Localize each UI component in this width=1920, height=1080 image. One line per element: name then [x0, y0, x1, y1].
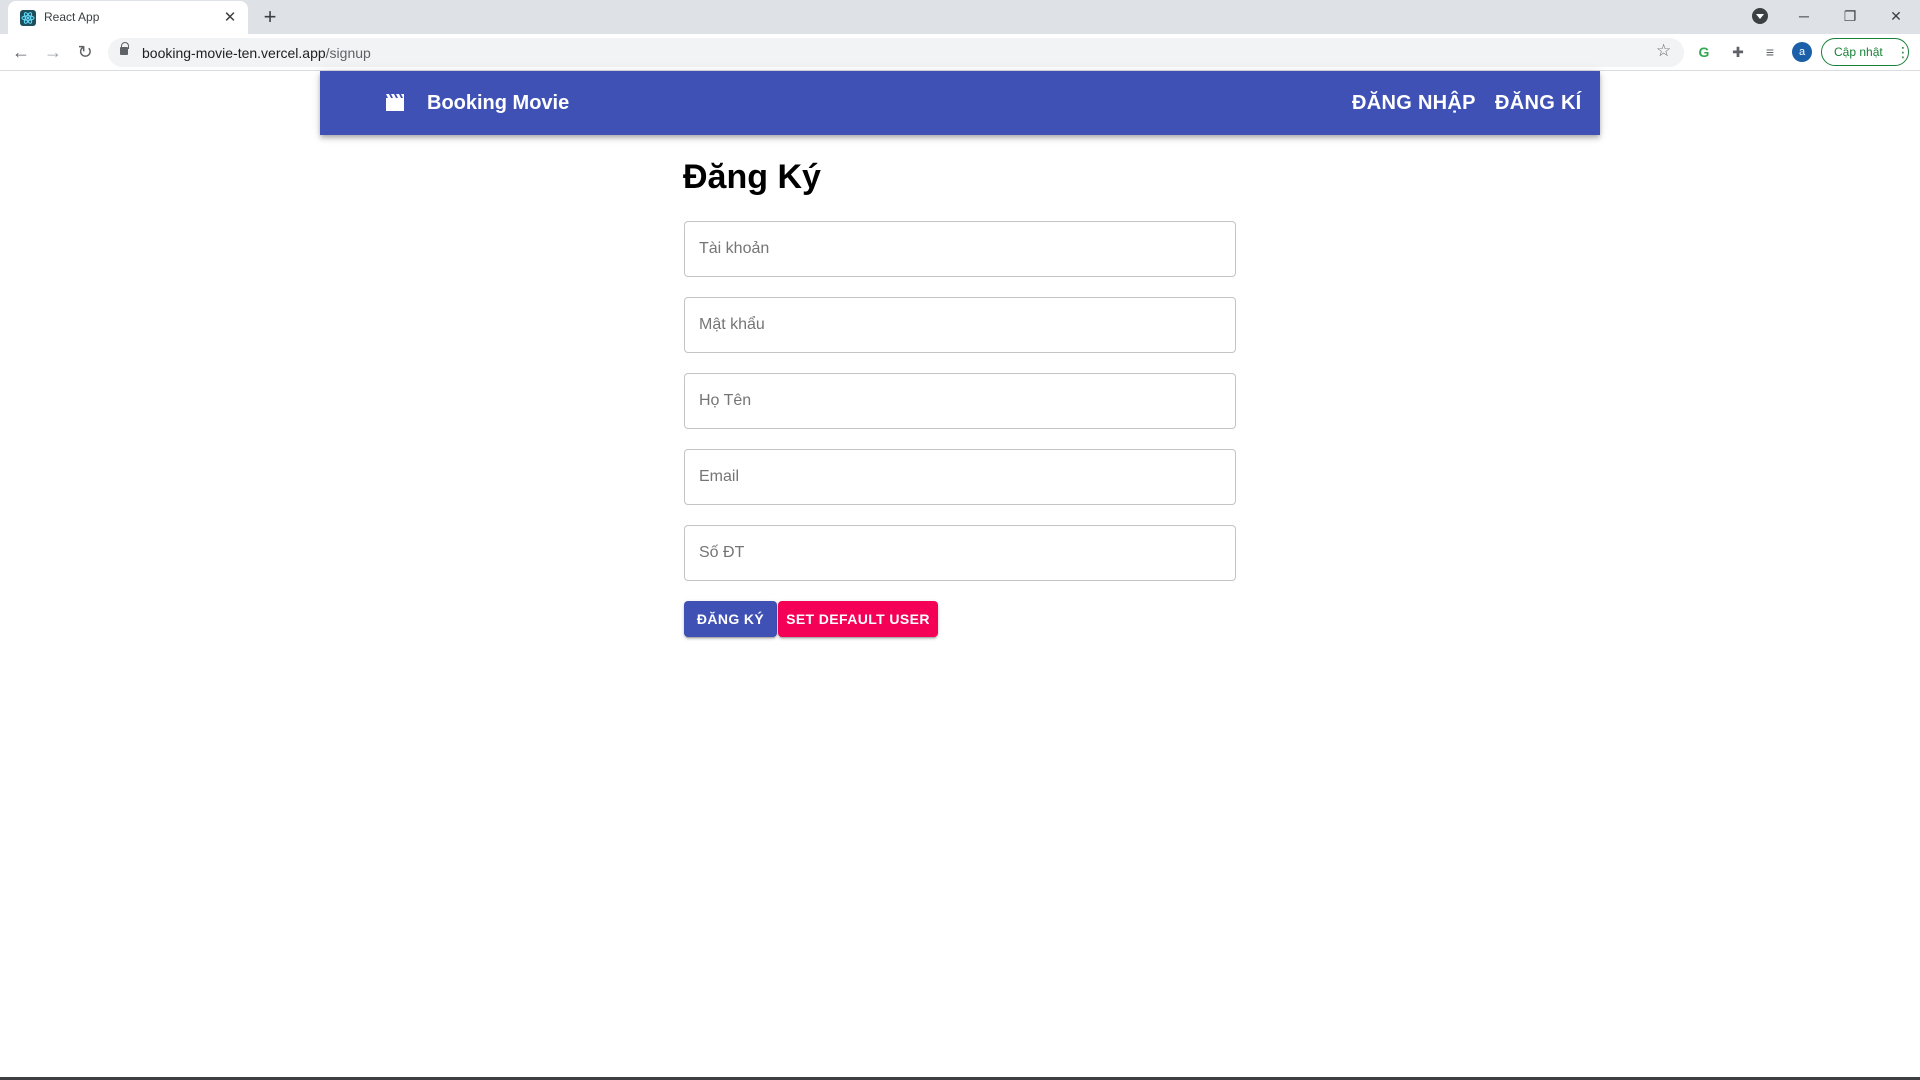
- lock-icon: [120, 42, 129, 55]
- password-input[interactable]: [685, 298, 1235, 352]
- brand-name[interactable]: Booking Movie: [427, 92, 569, 115]
- forward-arrow-icon[interactable]: →: [41, 40, 65, 64]
- phone-input[interactable]: [685, 526, 1235, 580]
- close-tab-icon[interactable]: ✕: [222, 10, 238, 26]
- nav-link-signup[interactable]: ĐĂNG KÍ: [1495, 92, 1582, 115]
- react-favicon-icon: [20, 10, 36, 26]
- browser-tab-strip: React App ✕ + ─ ❐ ✕: [0, 0, 1920, 34]
- restore-icon[interactable]: ❐: [1836, 4, 1864, 28]
- fullname-field: [684, 373, 1236, 429]
- tab-search-icon[interactable]: [1752, 8, 1768, 24]
- movie-clapperboard-icon: [385, 93, 405, 113]
- more-vert-icon: ⋮: [1896, 44, 1910, 60]
- fullname-input[interactable]: [685, 374, 1235, 428]
- url-text: booking-movie-ten.vercel.app/signup: [142, 45, 371, 61]
- reading-list-icon[interactable]: ≡: [1761, 43, 1779, 61]
- profile-avatar[interactable]: a: [1792, 42, 1812, 62]
- username-field: [684, 221, 1236, 277]
- extension-grammar-icon[interactable]: G: [1695, 43, 1713, 61]
- page-title: Đăng Ký: [683, 158, 821, 196]
- app-navbar: Booking Movie ĐĂNG NHẬP ĐĂNG KÍ: [320, 71, 1600, 135]
- password-field: [684, 297, 1236, 353]
- email-input[interactable]: [685, 450, 1235, 504]
- bookmark-star-icon[interactable]: ☆: [1656, 41, 1671, 61]
- new-tab-icon[interactable]: +: [258, 6, 282, 30]
- email-field: [684, 449, 1236, 505]
- browser-toolbar: ← → ↻ booking-movie-ten.vercel.app/signu…: [0, 34, 1920, 71]
- extensions-puzzle-icon[interactable]: ✚: [1729, 43, 1747, 61]
- close-window-icon[interactable]: ✕: [1882, 4, 1910, 28]
- signup-submit-button[interactable]: ĐĂNG KÝ: [684, 601, 777, 637]
- browser-tab[interactable]: React App ✕: [8, 1, 248, 34]
- update-button[interactable]: Cập nhật ⋮: [1821, 38, 1910, 66]
- nav-link-login[interactable]: ĐĂNG NHẬP: [1352, 92, 1476, 115]
- update-label: Cập nhật: [1834, 45, 1883, 59]
- reload-icon[interactable]: ↻: [73, 40, 97, 64]
- minimize-icon[interactable]: ─: [1790, 4, 1818, 28]
- back-arrow-icon[interactable]: ←: [9, 40, 33, 64]
- set-default-user-button[interactable]: SET DEFAULT USER: [778, 601, 938, 637]
- tab-title: React App: [44, 10, 100, 24]
- phone-field: [684, 525, 1236, 581]
- username-input[interactable]: [685, 222, 1235, 276]
- address-bar[interactable]: booking-movie-ten.vercel.app/signup ☆: [108, 38, 1684, 67]
